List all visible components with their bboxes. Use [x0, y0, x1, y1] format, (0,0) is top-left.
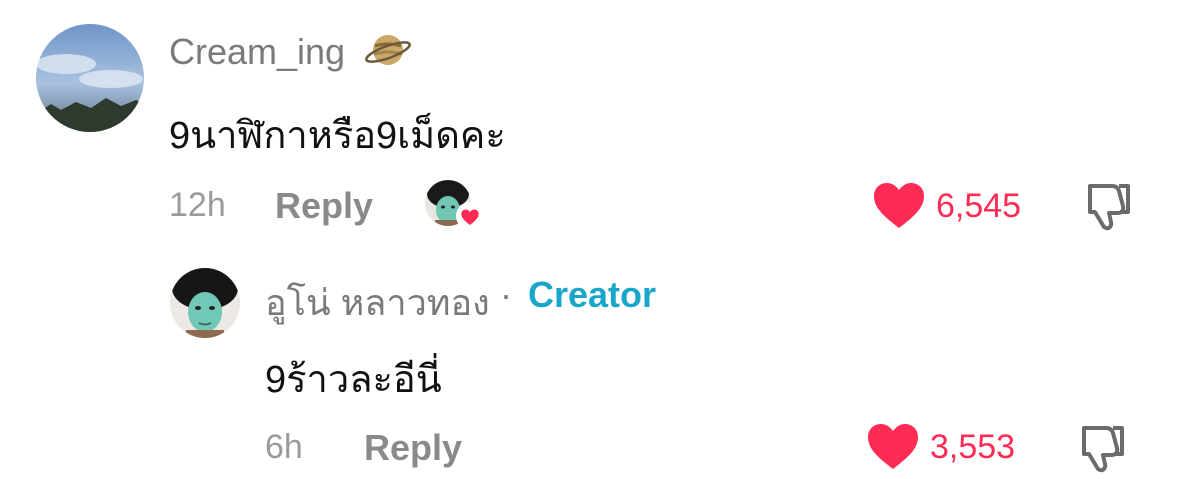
dislike-icon[interactable] — [1076, 422, 1128, 474]
dislike-icon[interactable] — [1082, 180, 1134, 232]
reply-button[interactable]: Reply — [364, 427, 462, 469]
like-count: 6,545 — [936, 187, 1022, 225]
comment-text: 9นาฬิกาหรือ9เม็ดคะ — [169, 115, 506, 157]
reply-button[interactable]: Reply — [275, 185, 373, 227]
reply-text: 9ร้าวละอีนี่ — [265, 359, 442, 401]
reply-username[interactable]: อูโน่ หลาวทอง — [265, 274, 490, 331]
separator-dot: · — [500, 274, 512, 315]
creator-liked-badge — [425, 180, 485, 230]
comment-timestamp: 12h — [169, 186, 226, 224]
like-heart-icon[interactable] — [872, 182, 926, 230]
creator-label: Creator — [528, 274, 657, 315]
avatar[interactable] — [36, 24, 144, 132]
comment-username[interactable]: Cream_ing — [169, 31, 345, 73]
reply-timestamp: 6h — [265, 428, 303, 466]
like-heart-icon[interactable] — [866, 423, 920, 471]
like-count: 3,553 — [930, 428, 1016, 466]
planet-emoji-icon — [364, 26, 412, 74]
small-heart-icon — [455, 202, 485, 230]
creator-avatar[interactable] — [170, 268, 240, 338]
